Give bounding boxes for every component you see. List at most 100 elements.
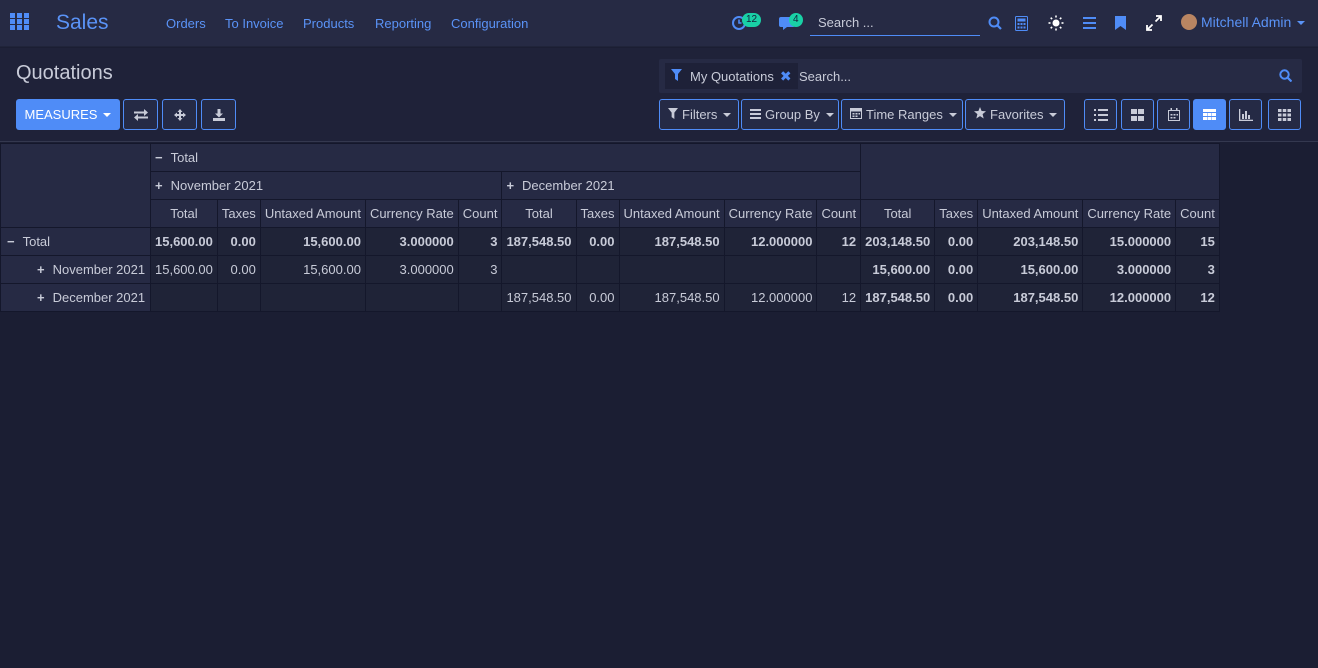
theme-sun-icon[interactable] xyxy=(1048,15,1064,34)
pivot-row-header[interactable]: − Total xyxy=(0,227,151,256)
search-icon[interactable] xyxy=(988,16,1002,33)
pivot-cell[interactable]: 12.000000 xyxy=(1082,283,1177,312)
measure-header[interactable]: Untaxed Amount xyxy=(259,199,366,228)
pivot-cell[interactable]: 15,600.00 xyxy=(259,227,366,256)
pivot-cell[interactable]: 187,548.50 xyxy=(501,227,577,256)
pivot-cell[interactable]: 187,548.50 xyxy=(977,283,1084,312)
measures-dropdown-button[interactable]: MEASURES xyxy=(16,99,120,130)
measure-header[interactable]: Count xyxy=(816,199,862,228)
pivot-cell[interactable]: 3 xyxy=(457,227,503,256)
pivot-view-button[interactable] xyxy=(1193,99,1226,130)
pivot-cell[interactable] xyxy=(723,255,818,284)
pivot-cell[interactable]: 3 xyxy=(1175,255,1220,284)
pivot-cell[interactable] xyxy=(457,283,503,312)
calculator-icon[interactable] xyxy=(1015,16,1028,34)
graph-view-button[interactable] xyxy=(1229,99,1262,130)
top-search-input[interactable] xyxy=(810,10,980,36)
menu-products[interactable]: Products xyxy=(303,16,354,31)
row-header-label: November 2021 xyxy=(52,262,146,277)
pivot-cell[interactable] xyxy=(501,255,577,284)
grid-view-button[interactable] xyxy=(1268,99,1301,130)
pivot-row-header[interactable]: + November 2021 xyxy=(0,255,151,284)
time-ranges-dropdown[interactable]: Time Ranges xyxy=(841,99,963,130)
pivot-cell[interactable]: 0.00 xyxy=(934,255,979,284)
app-title[interactable]: Sales xyxy=(56,11,109,35)
measure-header[interactable]: Total xyxy=(150,199,218,228)
menu-reporting[interactable]: Reporting xyxy=(375,16,431,31)
pivot-cell[interactable]: 0.00 xyxy=(216,255,261,284)
pivot-cell[interactable] xyxy=(618,255,725,284)
kanban-view-button[interactable] xyxy=(1121,99,1154,130)
group-by-dropdown[interactable]: Group By xyxy=(741,99,839,130)
pivot-cell[interactable]: 15,600.00 xyxy=(977,255,1084,284)
measure-header[interactable]: Taxes xyxy=(575,199,620,228)
pivot-cell[interactable]: 15,600.00 xyxy=(150,227,218,256)
pivot-col-header-dec[interactable]: + December 2021 xyxy=(501,171,862,200)
pivot-cell[interactable]: 12 xyxy=(1175,283,1220,312)
pivot-cell[interactable]: 187,548.50 xyxy=(501,283,577,312)
measure-header[interactable]: Taxes xyxy=(216,199,261,228)
pivot-cell[interactable]: 3 xyxy=(457,255,503,284)
menu-configuration[interactable]: Configuration xyxy=(451,16,528,31)
calendar-view-button[interactable] xyxy=(1157,99,1190,130)
pivot-cell[interactable] xyxy=(364,283,459,312)
calendar-icon xyxy=(1167,108,1180,121)
pivot-cell[interactable]: 203,148.50 xyxy=(977,227,1084,256)
pivot-cell[interactable]: 15.000000 xyxy=(1082,227,1177,256)
measure-header[interactable]: Taxes xyxy=(934,199,979,228)
pivot-col-header-total[interactable]: − Total xyxy=(149,143,862,172)
list-view-button[interactable] xyxy=(1084,99,1117,130)
pivot-cell[interactable]: 3.000000 xyxy=(1082,255,1177,284)
pivot-cell[interactable]: 12.000000 xyxy=(723,283,818,312)
pivot-cell[interactable] xyxy=(150,283,218,312)
pivot-cell[interactable]: 15,600.00 xyxy=(860,255,936,284)
pivot-cell[interactable]: 3.000000 xyxy=(364,227,459,256)
app-menu-grid-icon[interactable] xyxy=(10,13,30,31)
pivot-cell[interactable]: 0.00 xyxy=(934,227,979,256)
pivot-cell[interactable]: 187,548.50 xyxy=(860,283,936,312)
measure-header[interactable]: Currency Rate xyxy=(364,199,459,228)
pivot-cell[interactable]: 187,548.50 xyxy=(618,283,725,312)
pivot-cell[interactable] xyxy=(259,283,366,312)
pivot-cell[interactable]: 0.00 xyxy=(216,227,261,256)
menu-bars-icon[interactable] xyxy=(1083,17,1096,32)
pivot-cell[interactable]: 12 xyxy=(816,283,862,312)
expand-all-button[interactable] xyxy=(162,99,197,130)
user-menu[interactable]: Mitchell Admin xyxy=(1181,14,1306,30)
pivot-cell[interactable]: 12 xyxy=(816,227,862,256)
measure-header[interactable]: Count xyxy=(457,199,503,228)
pivot-cell[interactable]: 3.000000 xyxy=(364,255,459,284)
pivot-cell[interactable]: 12.000000 xyxy=(723,227,818,256)
pivot-cell[interactable] xyxy=(216,283,261,312)
pivot-cell[interactable] xyxy=(816,255,862,284)
filters-dropdown[interactable]: Filters xyxy=(659,99,739,130)
pivot-cell[interactable]: 15 xyxy=(1175,227,1220,256)
search-input[interactable] xyxy=(799,66,1269,86)
measure-header[interactable]: Currency Rate xyxy=(723,199,818,228)
remove-facet-icon[interactable]: ✖ xyxy=(780,68,792,85)
menu-orders[interactable]: Orders xyxy=(166,16,206,31)
measure-header[interactable]: Untaxed Amount xyxy=(618,199,725,228)
pivot-cell[interactable]: 15,600.00 xyxy=(150,255,218,284)
pivot-cell[interactable]: 187,548.50 xyxy=(618,227,725,256)
measure-header[interactable]: Currency Rate xyxy=(1082,199,1177,228)
search-icon[interactable] xyxy=(1279,69,1293,85)
measure-header[interactable]: Total xyxy=(860,199,936,228)
measure-header[interactable]: Untaxed Amount xyxy=(977,199,1084,228)
menu-to-invoice[interactable]: To Invoice xyxy=(225,16,284,31)
fullscreen-expand-icon[interactable] xyxy=(1146,15,1162,34)
measure-header[interactable]: Total xyxy=(501,199,577,228)
bookmark-icon[interactable] xyxy=(1115,16,1126,33)
pivot-cell[interactable]: 0.00 xyxy=(934,283,979,312)
measure-header[interactable]: Count xyxy=(1175,199,1220,228)
download-xlsx-button[interactable] xyxy=(201,99,236,130)
flip-axis-button[interactable] xyxy=(123,99,158,130)
pivot-cell[interactable]: 203,148.50 xyxy=(860,227,936,256)
pivot-col-header-nov[interactable]: + November 2021 xyxy=(149,171,503,200)
favorites-dropdown[interactable]: Favorites xyxy=(965,99,1065,130)
pivot-cell[interactable]: 0.00 xyxy=(575,283,620,312)
pivot-row-header[interactable]: + December 2021 xyxy=(0,283,151,312)
pivot-cell[interactable] xyxy=(575,255,620,284)
pivot-cell[interactable]: 0.00 xyxy=(575,227,620,256)
pivot-cell[interactable]: 15,600.00 xyxy=(259,255,366,284)
